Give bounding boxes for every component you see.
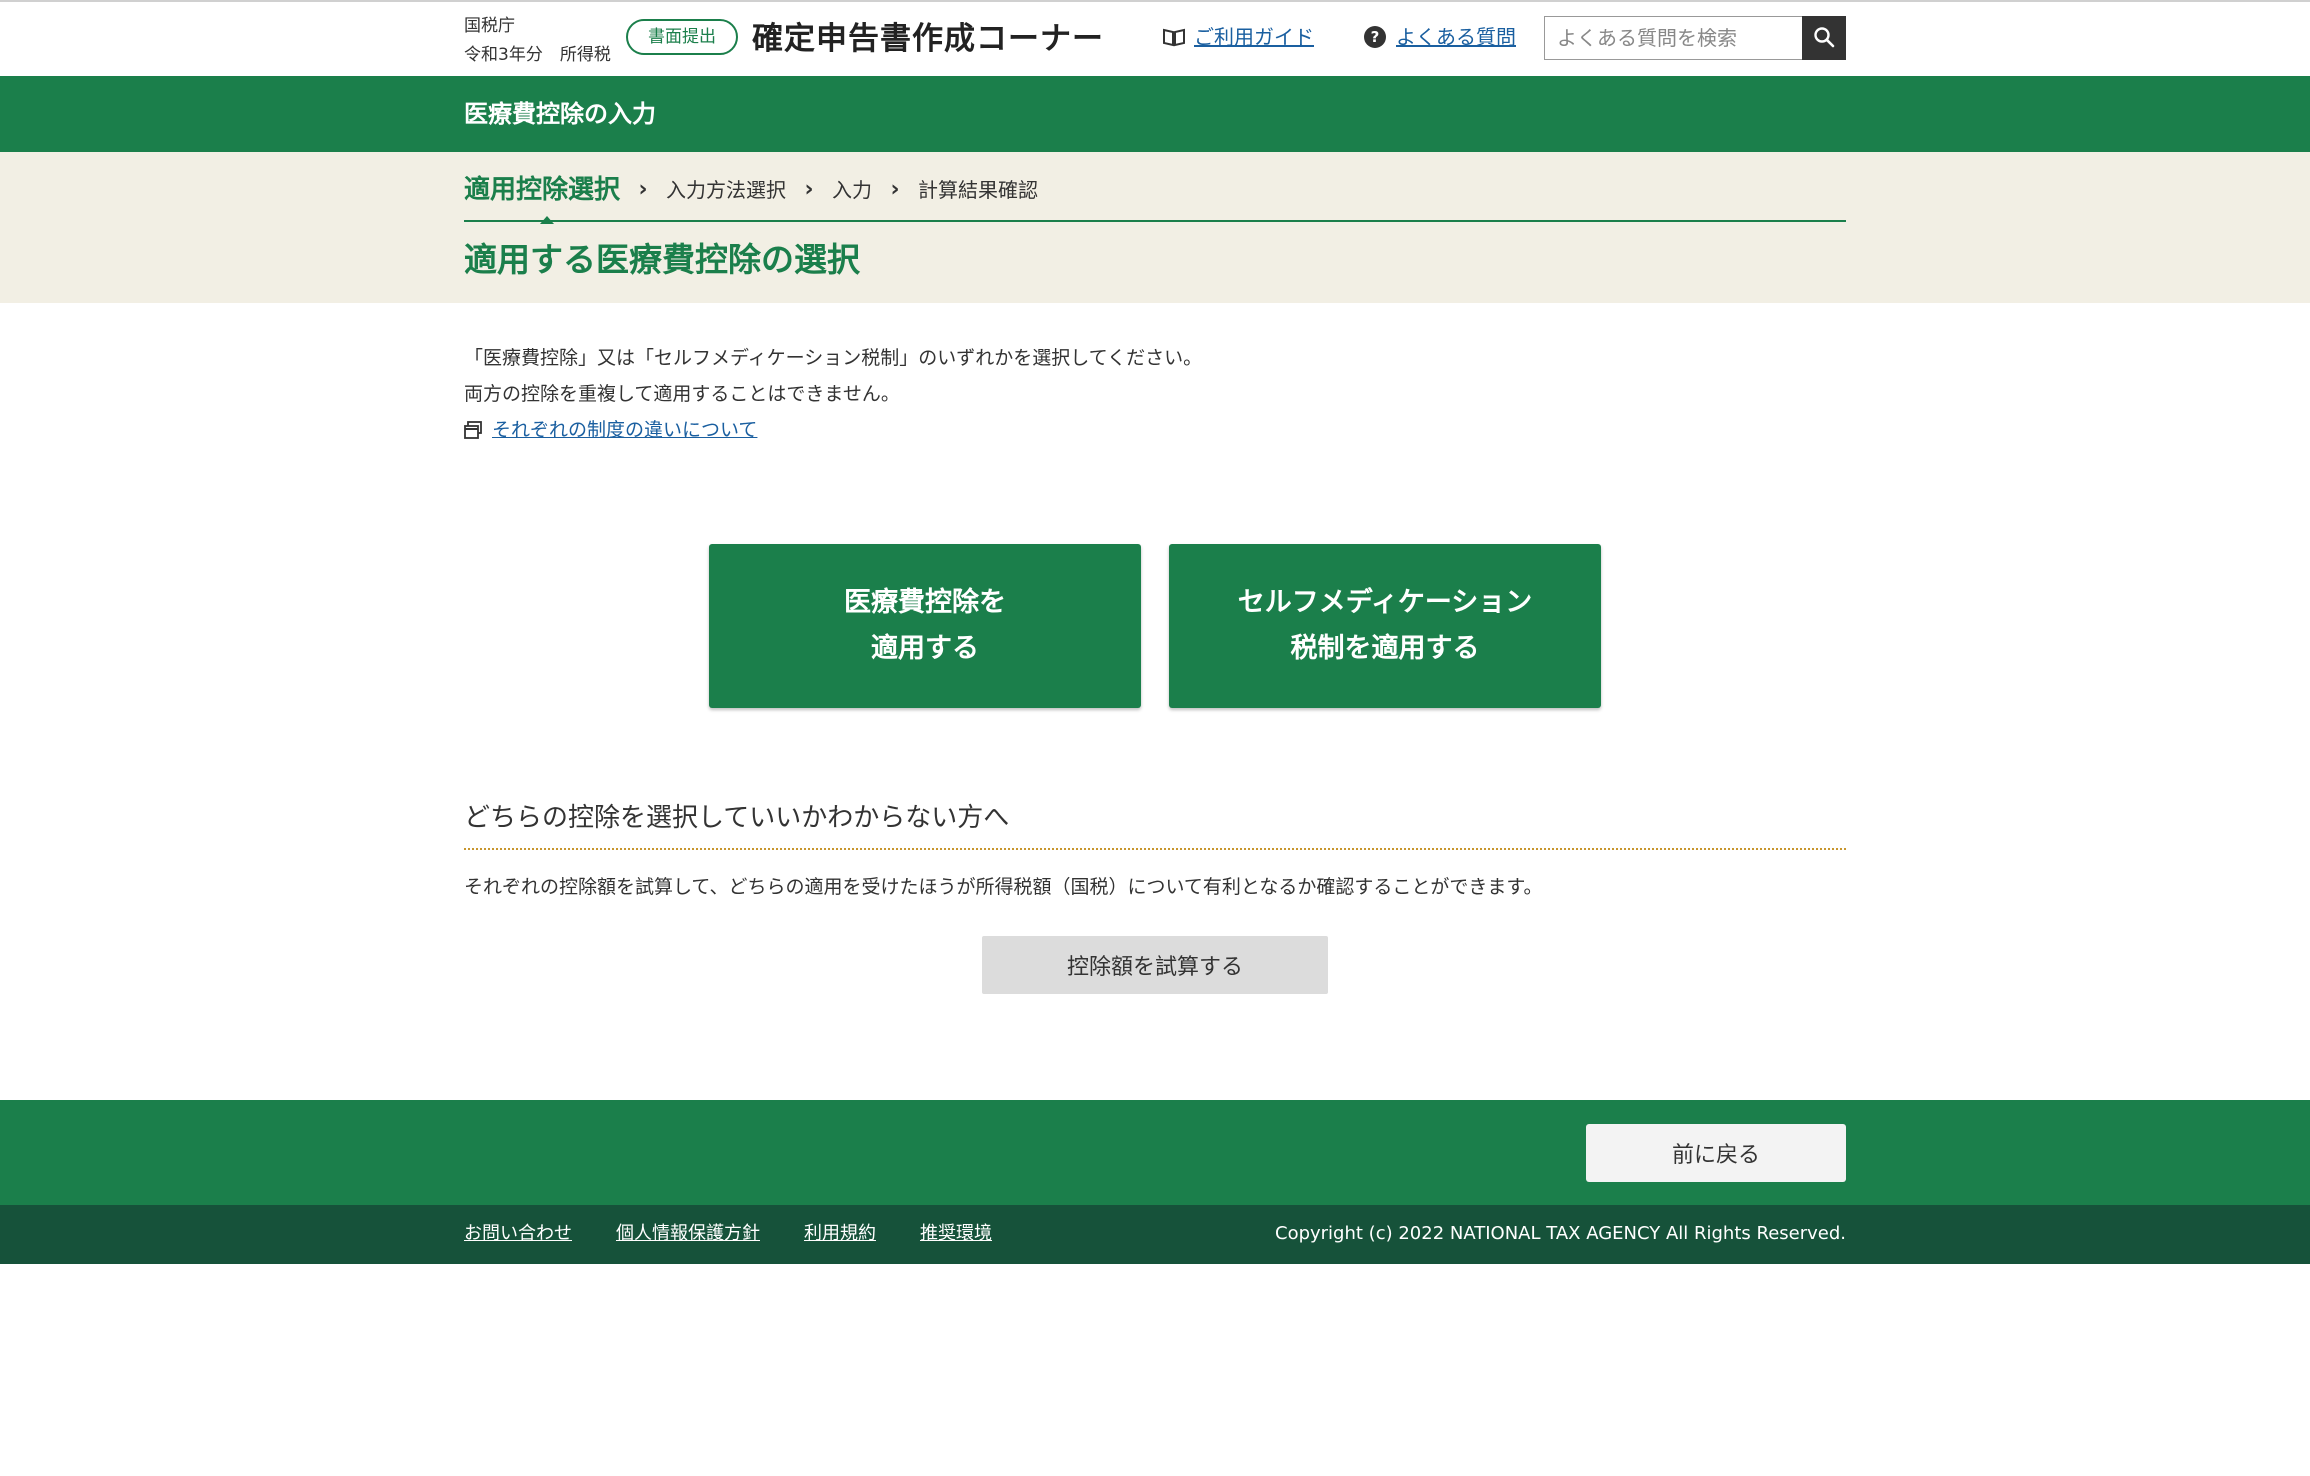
intro-line-1: 「医療費控除」又は「セルフメディケーション税制」のいずれかを選択してください。 bbox=[464, 347, 1203, 369]
footer-links: お問い合わせ 個人情報保護方針 利用規約 推奨環境 bbox=[464, 1219, 992, 1249]
search-button[interactable] bbox=[1802, 16, 1846, 60]
button-label-line-2: 適用する bbox=[871, 633, 979, 664]
help-text: それぞれの控除額を試算して、どちらの適用を受けたほうが所得税額（国税）について有… bbox=[464, 876, 1543, 898]
footer-link-contact[interactable]: お問い合わせ bbox=[464, 1219, 572, 1249]
intro-line-2: 両方の控除を重複して適用することはできません。 bbox=[464, 383, 900, 405]
faq-link[interactable]: よくある質問 bbox=[1396, 22, 1516, 52]
step-2: 入力方法選択 bbox=[666, 178, 787, 202]
footer-link-environment[interactable]: 推奨環境 bbox=[920, 1219, 992, 1249]
site-title: 確定申告書作成コーナー bbox=[752, 21, 1104, 57]
step-indicator: 適用控除選択 › 入力方法選択 › 入力 › 計算結果確認 bbox=[464, 170, 1846, 224]
question-icon: ? bbox=[1364, 26, 1386, 48]
copyright: Copyright (c) 2022 NATIONAL TAX AGENCY A… bbox=[1275, 1223, 1846, 1244]
site-footer: お問い合わせ 個人情報保護方針 利用規約 推奨環境 Copyright (c) … bbox=[0, 1205, 2310, 1264]
step-1: 適用控除選択 bbox=[464, 170, 620, 224]
intro-text: 「医療費控除」又は「セルフメディケーション税制」のいずれかを選択してください。 … bbox=[464, 340, 1202, 412]
calculate-deduction-button[interactable]: 控除額を試算する bbox=[982, 936, 1328, 994]
book-icon bbox=[1162, 25, 1186, 49]
page-title: 適用する医療費控除の選択 bbox=[464, 240, 860, 279]
footer-nav-bar: 前に戻る bbox=[0, 1100, 2310, 1205]
guide-link-group: ご利用ガイド bbox=[1162, 22, 1314, 52]
chevron-right-icon: › bbox=[890, 177, 900, 202]
progress-area: 適用控除選択 › 入力方法選択 › 入力 › 計算結果確認 適用する医療費控除の… bbox=[0, 152, 2310, 303]
tax-year: 令和3年分 所得税 bbox=[464, 45, 611, 65]
apply-self-medication-button[interactable]: セルフメディケーション 税制を適用する bbox=[1169, 544, 1601, 708]
site-header: 国税庁 令和3年分 所得税 書面提出 確定申告書作成コーナー ご利用ガイド ? … bbox=[0, 2, 2310, 76]
footer-link-terms[interactable]: 利用規約 bbox=[804, 1219, 876, 1249]
chevron-right-icon: › bbox=[638, 177, 648, 202]
difference-link-group: それぞれの制度の違いについて bbox=[464, 414, 757, 446]
apply-medical-deduction-button[interactable]: 医療費控除を 適用する bbox=[709, 544, 1141, 708]
footer-link-privacy[interactable]: 個人情報保護方針 bbox=[616, 1219, 760, 1249]
button-label-line-1: 医療費控除を bbox=[844, 587, 1006, 618]
difference-link[interactable]: それぞれの制度の違いについて bbox=[492, 414, 757, 446]
faq-search bbox=[1544, 16, 1846, 60]
agency-info: 国税庁 令和3年分 所得税 bbox=[464, 12, 611, 70]
search-icon bbox=[1813, 26, 1835, 51]
step-4: 計算結果確認 bbox=[918, 178, 1039, 202]
step-3: 入力 bbox=[832, 178, 873, 202]
guide-link[interactable]: ご利用ガイド bbox=[1194, 22, 1314, 52]
section-bar: 医療費控除の入力 bbox=[0, 76, 2310, 152]
divider bbox=[464, 848, 1846, 850]
faq-search-input[interactable] bbox=[1544, 16, 1802, 60]
button-label-line-2: 税制を適用する bbox=[1290, 633, 1480, 664]
faq-link-group: ? よくある質問 bbox=[1364, 22, 1516, 52]
back-button[interactable]: 前に戻る bbox=[1586, 1124, 1846, 1182]
help-heading: どちらの控除を選択していいかわからない方へ bbox=[464, 803, 1010, 833]
button-label-line-1: セルフメディケーション bbox=[1237, 587, 1533, 618]
agency-name: 国税庁 bbox=[464, 16, 515, 36]
chevron-right-icon: › bbox=[804, 177, 814, 202]
section-title: 医療費控除の入力 bbox=[464, 100, 656, 128]
new-window-icon bbox=[464, 421, 482, 439]
submission-method-badge: 書面提出 bbox=[626, 19, 738, 55]
